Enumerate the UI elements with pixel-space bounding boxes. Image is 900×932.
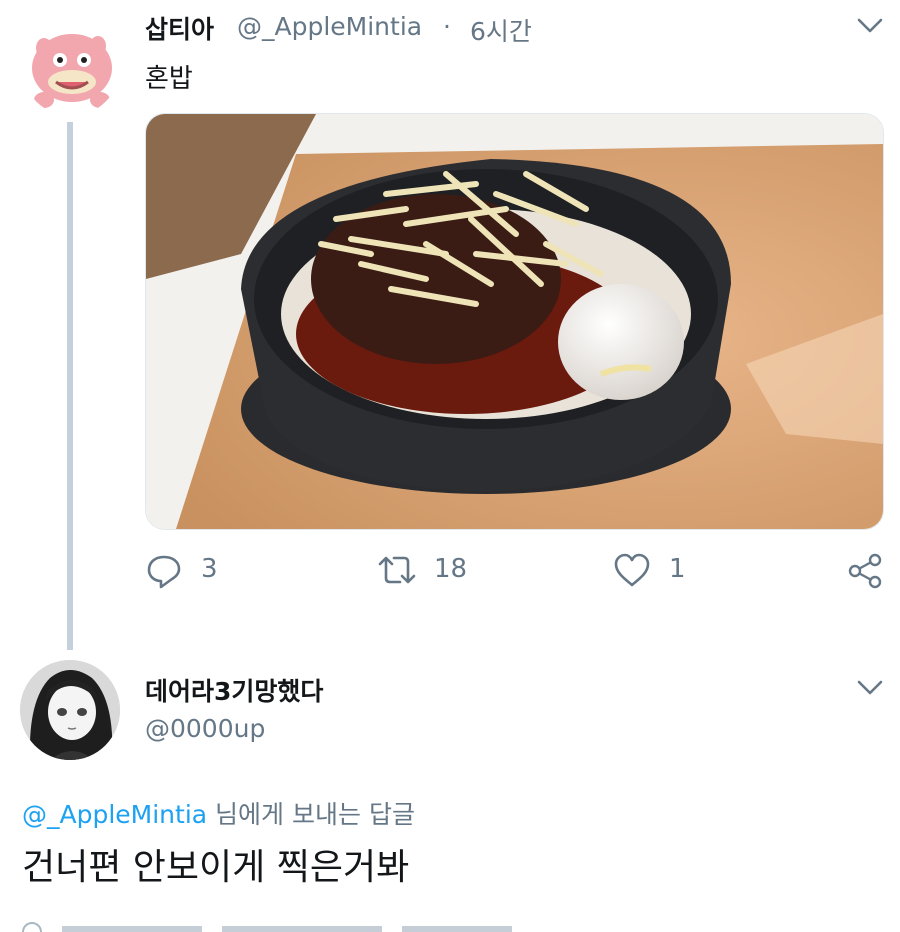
slowpoke-avatar-icon xyxy=(22,18,120,116)
heart-icon xyxy=(614,553,650,587)
user-handle[interactable]: @0000up xyxy=(145,714,265,743)
timestamp[interactable]: 6시간 xyxy=(470,12,532,48)
anime-avatar-icon xyxy=(20,660,120,760)
retweet-count: 18 xyxy=(434,554,468,584)
display-name[interactable]: 데어라3기망했다 xyxy=(145,672,323,708)
reply-mention-link[interactable]: @_AppleMintia xyxy=(22,800,207,829)
replying-to: @_AppleMintia 님에게 보내는 답글 xyxy=(22,795,415,831)
chevron-down-icon[interactable] xyxy=(856,16,884,36)
reply-to-suffix: 님에게 보내는 답글 xyxy=(207,800,415,829)
retweet-icon xyxy=(378,556,416,584)
like-count: 1 xyxy=(669,554,686,584)
food-photo-image xyxy=(146,114,883,529)
reply-count: 3 xyxy=(201,554,218,584)
avatar[interactable] xyxy=(20,660,120,760)
display-name[interactable]: 삽티아 xyxy=(145,10,214,46)
separator-dot: · xyxy=(443,12,451,41)
reply-icon xyxy=(147,555,181,589)
tweet-text: 건너편 안보이게 찍은거봐 xyxy=(22,847,410,888)
avatar[interactable] xyxy=(22,18,120,116)
tweet-photo[interactable] xyxy=(145,113,884,530)
thread-line xyxy=(67,122,73,650)
share-icon xyxy=(848,553,882,589)
user-handle[interactable]: @_AppleMintia xyxy=(237,12,422,41)
chevron-down-icon[interactable] xyxy=(856,678,884,698)
tweet-meta-cutoff xyxy=(22,914,542,932)
tweet-text: 혼밥 xyxy=(145,64,193,94)
